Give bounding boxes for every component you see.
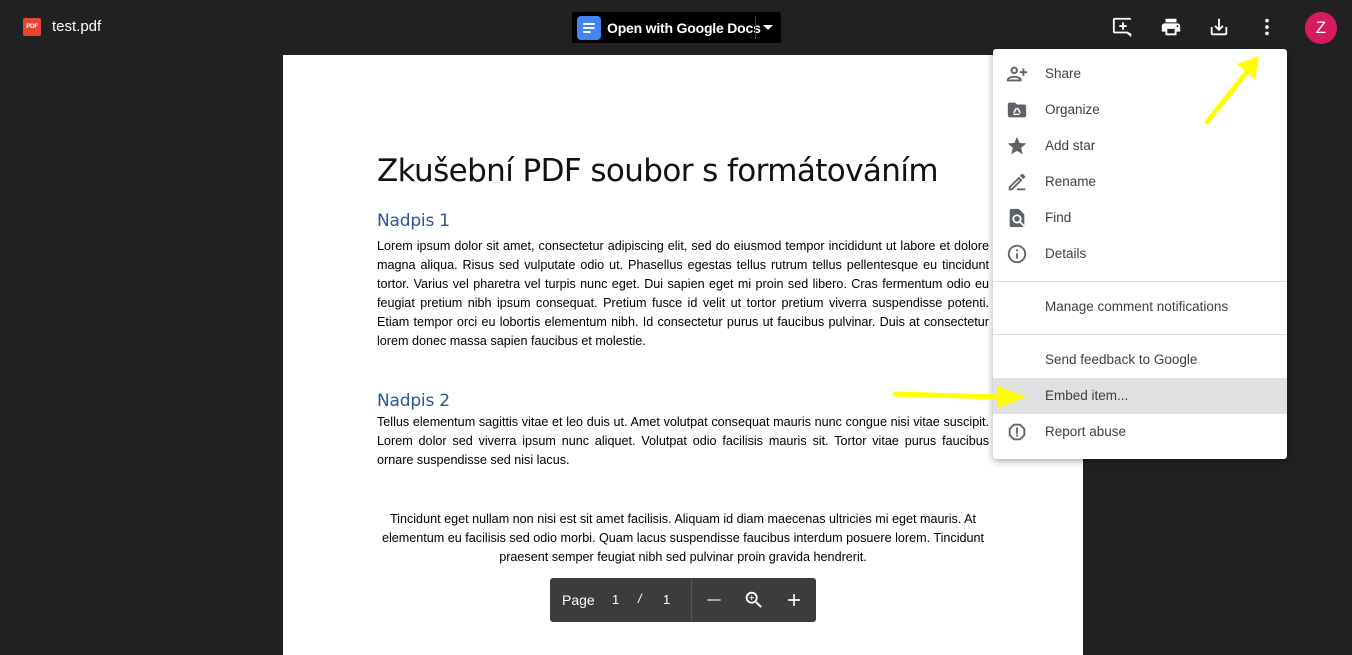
menu-item-label: Embed item...: [1045, 388, 1129, 403]
paragraph-3: Tincidunt eget nullam non nisi est sit a…: [382, 512, 984, 564]
menu-item-report-abuse[interactable]: Report abuse: [993, 414, 1287, 450]
menu-item-label: Find: [1045, 210, 1072, 225]
page-navigation-toolbar: Page 1 / 1: [550, 578, 816, 622]
pdf-file-icon: PDF: [23, 18, 41, 36]
paragraph-2: Tellus elementum sagittis vitae et leo d…: [377, 415, 989, 467]
google-docs-icon: [577, 15, 601, 40]
total-pages: 1: [663, 592, 671, 607]
menu-item-embed-item[interactable]: Embed item...: [993, 378, 1287, 414]
top-bar: PDF test.pdf Open with Google Docs Z: [0, 0, 1352, 55]
more-vert-icon[interactable]: [1255, 15, 1279, 39]
heading-1: Nadpis 1: [377, 211, 450, 231]
menu-item-find[interactable]: Find: [993, 200, 1287, 236]
menu-item-label: Add star: [1045, 138, 1096, 153]
menu-item-details[interactable]: Details: [993, 236, 1287, 272]
menu-divider: [993, 281, 1287, 282]
info-icon: [1005, 242, 1029, 266]
zoom-icon[interactable]: [742, 588, 766, 612]
menu-item-label: Send feedback to Google: [1045, 352, 1198, 367]
zoom-out-icon[interactable]: [702, 588, 726, 612]
pdf-page: Zkušební PDF soubor s formátováním Nadpi…: [283, 55, 1083, 655]
add-comment-icon[interactable]: [1111, 15, 1135, 39]
report-icon: [1005, 420, 1029, 444]
menu-item-label: Organize: [1045, 102, 1100, 117]
open-with-button[interactable]: Open with Google Docs: [572, 12, 781, 43]
heading-2: Nadpis 2: [377, 391, 450, 411]
find-in-page-icon: [1005, 206, 1029, 230]
menu-item-label: Report abuse: [1045, 424, 1127, 439]
document-title: Zkušební PDF soubor s formátováním: [377, 153, 939, 189]
menu-item-label: Rename: [1045, 174, 1097, 189]
pencil-icon: [1005, 170, 1029, 194]
folder-drive-icon: [1005, 98, 1029, 122]
paragraph-1: Lorem ipsum dolor sit amet, consectetur …: [377, 239, 989, 348]
download-icon[interactable]: [1207, 15, 1231, 39]
open-with-label: Open with Google Docs: [607, 19, 761, 36]
menu-divider: [993, 334, 1287, 335]
menu-item-label: Details: [1045, 246, 1087, 261]
account-avatar[interactable]: Z: [1305, 12, 1337, 44]
file-name: test.pdf: [52, 18, 102, 35]
person-add-icon: [1005, 62, 1029, 86]
menu-item-manage-comment-notifications[interactable]: Manage comment notifications: [993, 289, 1287, 325]
open-with-dropdown-icon[interactable]: [763, 25, 773, 30]
current-page-input[interactable]: 1: [612, 592, 619, 607]
menu-item-label: Share: [1045, 66, 1082, 81]
menu-item-rename[interactable]: Rename: [993, 164, 1287, 200]
page-label: Page: [562, 592, 595, 608]
star-icon: [1005, 134, 1029, 158]
menu-item-label: Manage comment notifications: [1045, 299, 1229, 314]
menu-item-add-star[interactable]: Add star: [993, 128, 1287, 164]
zoom-in-icon[interactable]: [782, 588, 806, 612]
annotation-arrow-icon: [1204, 56, 1259, 125]
print-icon[interactable]: [1159, 15, 1183, 39]
annotation-arrow-icon: [892, 386, 1026, 408]
menu-item-send-feedback[interactable]: Send feedback to Google: [993, 342, 1287, 378]
page-separator: /: [638, 591, 642, 606]
